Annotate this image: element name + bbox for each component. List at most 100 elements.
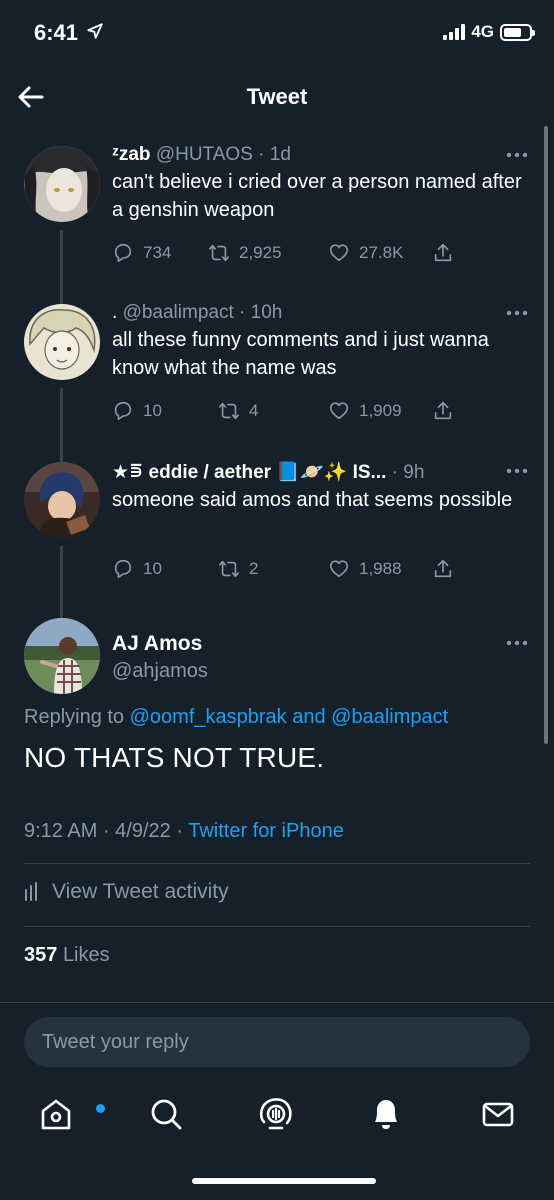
display-name[interactable]: ᶻzab [112,144,151,165]
replying-to: Replying to @oomf_kaspbrak and @baalimpa… [24,706,449,728]
thread-tweet[interactable]: ★⋾ eddie / aether 📘🪐✨ IS... · 9h someone… [0,456,554,622]
retweet-icon [219,560,239,578]
reply-input[interactable]: Tweet your reply [24,1017,530,1067]
tweet-time: 10h [250,302,283,323]
handle[interactable]: @HUTAOS [156,144,253,165]
thread-connector [60,546,63,622]
notifications-icon [375,1100,397,1129]
tweet-timestamp: 9:12 AM · 4/9/22 · Twitter for iPhone [24,820,344,842]
tweet-text: all these funny comments and i just wann… [112,329,489,379]
handle[interactable]: @ahjamos [112,660,208,683]
reply-bar: Tweet your reply [0,1002,554,1082]
reply-icon [114,243,132,263]
more-icon[interactable] [506,640,528,646]
mention-link[interactable]: @oomf_kaspbrak [130,706,287,728]
share-button[interactable] [432,400,454,422]
retweet-button[interactable]: 2,925 [208,242,328,264]
more-icon[interactable] [506,310,528,316]
view-tweet-activity[interactable]: View Tweet activity [24,880,229,904]
tweet-text: someone said amos and that seems possibl… [112,489,513,511]
display-name[interactable]: ★⋾ eddie / aether 📘🪐✨ IS... [112,462,386,483]
location-arrow-icon [87,23,103,39]
tweet-header: . @baalimpact · 10h [112,302,283,323]
tab-home[interactable] [36,1094,105,1134]
like-count: 27.8K [359,243,404,262]
share-button[interactable] [432,242,454,264]
like-button[interactable]: 1,909 [328,400,432,422]
analytics-icon [25,882,37,901]
tweet-actions: 10 2 1,988 [112,558,512,580]
tweet-content: ᶻzab @HUTAOS · 1d can't believe i cried … [112,144,532,224]
reply-count: 734 [143,243,172,262]
notification-dot [96,1104,105,1113]
likes-summary[interactable]: 357 Likes [24,944,110,967]
retweet-icon [209,244,229,262]
like-count: 1,988 [359,559,402,578]
like-button[interactable]: 27.8K [328,242,432,264]
retweet-button[interactable]: 4 [218,400,328,422]
divider [24,926,530,927]
messages-icon [482,1102,514,1127]
display-name[interactable]: AJ Amos [112,632,202,656]
top-bar: Tweet [0,70,554,126]
reply-button[interactable]: 10 [112,558,218,580]
mention-link[interactable]: @baalimpact [331,706,448,728]
avatar[interactable] [24,618,100,694]
spaces-icon [259,1098,292,1130]
tweet-text: NO THATS NOT TRUE. [24,742,325,773]
tweet-content: ★⋾ eddie / aether 📘🪐✨ IS... · 9h someone… [112,460,532,514]
tweet-content: . @baalimpact · 10h all these funny comm… [112,302,532,382]
likes-count: 357 [24,944,58,966]
avatar[interactable] [24,146,100,222]
retweet-count: 2 [249,559,259,578]
avatar[interactable] [24,462,100,538]
tab-spaces[interactable] [256,1094,296,1134]
status-bar: 6:41 4G [0,0,554,70]
search-icon [151,1099,182,1130]
share-button[interactable] [432,558,454,580]
thread-tweet[interactable]: ᶻzab @HUTAOS · 1d can't believe i cried … [0,140,554,306]
like-button[interactable]: 1,988 [328,558,432,580]
tweet-time: 1d [269,144,291,165]
display-name[interactable]: . [112,302,117,323]
divider [24,863,530,864]
avatar[interactable] [24,304,100,380]
thread-connector [60,388,63,464]
retweet-count: 2,925 [239,243,282,262]
status-indicators: 4G [443,22,535,42]
reply-button[interactable]: 10 [112,400,218,422]
thread-tweet[interactable]: . @baalimpact · 10h all these funny comm… [0,298,554,464]
home-indicator[interactable] [192,1178,376,1184]
share-icon [434,401,452,420]
retweet-count: 4 [249,401,259,420]
more-icon[interactable] [506,152,528,158]
handle[interactable]: @baalimpact [123,302,234,323]
thread: ᶻzab @HUTAOS · 1d can't believe i cried … [0,140,554,622]
battery-icon [500,23,535,41]
tab-messages[interactable] [478,1094,518,1134]
heart-icon [329,560,349,578]
home-icon [41,1099,71,1130]
reply-count: 10 [143,401,162,420]
tweet-actions: 734 2,925 27.8K [112,242,512,264]
tweet-header: ᶻzab @HUTAOS · 1d [112,144,291,165]
status-time: 6:41 [34,20,79,45]
more-icon[interactable] [506,468,528,474]
heart-icon [329,244,349,262]
tweet-text: can't believe i cried over a person name… [112,171,522,221]
reply-icon [114,559,132,579]
tweet-actions: 10 4 1,909 [112,400,512,422]
tweet-time: 9h [403,462,425,483]
page-title: Tweet [246,84,308,109]
network-type: 4G [471,22,494,41]
retweet-button[interactable]: 2 [218,558,328,580]
reply-button[interactable]: 734 [112,242,208,264]
tab-bar [0,1082,554,1200]
signal-icon [443,24,466,40]
tweet-source-link[interactable]: Twitter for iPhone [188,820,344,842]
tab-notifications[interactable] [366,1094,406,1134]
reply-count: 10 [143,559,162,578]
heart-icon [329,402,349,420]
thread-connector [60,230,63,306]
tab-search[interactable] [146,1094,186,1134]
